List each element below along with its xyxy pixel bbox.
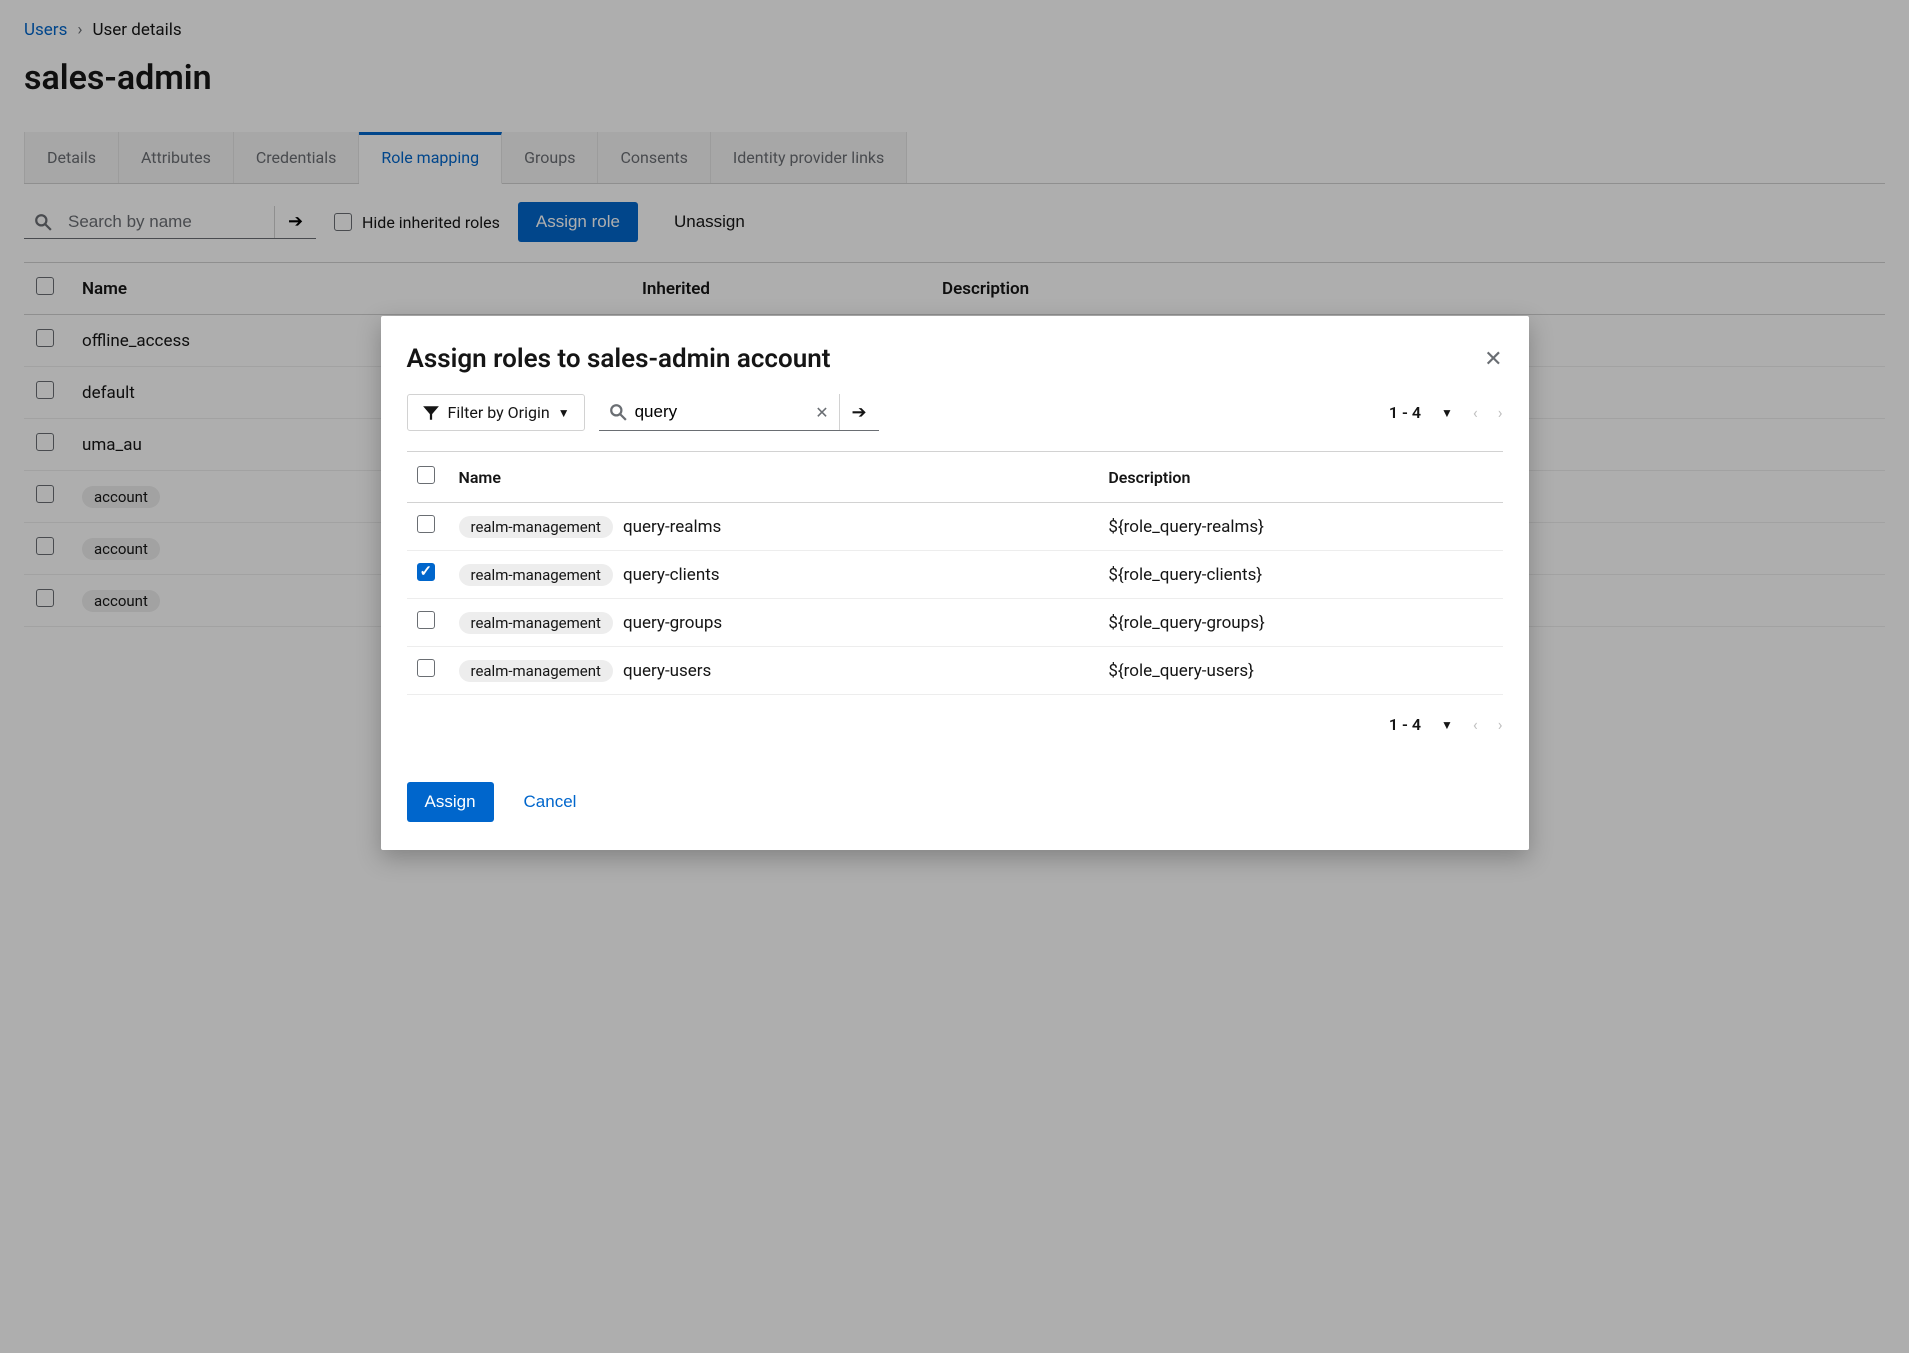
modal-title: Assign roles to sales-admin account bbox=[407, 344, 831, 374]
pager-next-icon[interactable] bbox=[1498, 403, 1503, 422]
filter-by-origin-dropdown[interactable]: Filter by Origin ▼ bbox=[407, 394, 585, 431]
modal-search-button[interactable] bbox=[839, 394, 879, 430]
filter-icon bbox=[422, 404, 440, 422]
pager-next-icon[interactable] bbox=[1498, 715, 1503, 734]
clear-search-icon[interactable]: ✕ bbox=[815, 403, 828, 422]
select-all-checkbox[interactable] bbox=[417, 466, 435, 484]
modal-roles-table: Name Description realm-managementquery-r… bbox=[407, 451, 1503, 695]
table-row: realm-managementquery-groups${role_query… bbox=[407, 599, 1503, 647]
origin-badge: realm-management bbox=[459, 660, 613, 682]
caret-down-icon: ▼ bbox=[558, 406, 570, 420]
table-row: realm-managementquery-realms${role_query… bbox=[407, 503, 1503, 551]
table-row: realm-managementquery-clients${role_quer… bbox=[407, 551, 1503, 599]
assign-button[interactable]: Assign bbox=[407, 782, 494, 822]
row-checkbox[interactable] bbox=[417, 563, 435, 581]
search-icon bbox=[609, 403, 627, 421]
origin-badge: realm-management bbox=[459, 516, 613, 538]
pager-top: 1 - 4 ▼ bbox=[1389, 403, 1503, 422]
modal-search-group: ✕ bbox=[599, 394, 879, 431]
cell-description: ${role_query-clients} bbox=[1098, 551, 1502, 599]
table-row: realm-managementquery-users${role_query-… bbox=[407, 647, 1503, 695]
cell-name: realm-managementquery-users bbox=[449, 647, 1099, 695]
row-checkbox[interactable] bbox=[417, 611, 435, 629]
cell-name: realm-managementquery-realms bbox=[449, 503, 1099, 551]
assign-roles-modal: Assign roles to sales-admin account ✕ Fi… bbox=[381, 316, 1529, 850]
cell-name: realm-managementquery-groups bbox=[449, 599, 1099, 647]
pager-range: 1 - 4 bbox=[1389, 715, 1421, 734]
caret-down-icon[interactable]: ▼ bbox=[1441, 718, 1453, 732]
origin-badge: realm-management bbox=[459, 612, 613, 634]
pager-range: 1 - 4 bbox=[1389, 403, 1421, 422]
cell-description: ${role_query-groups} bbox=[1098, 599, 1502, 647]
cancel-button[interactable]: Cancel bbox=[506, 782, 595, 822]
modal-search-input[interactable] bbox=[635, 402, 808, 422]
cell-name: realm-managementquery-clients bbox=[449, 551, 1099, 599]
filter-label: Filter by Origin bbox=[448, 403, 550, 422]
cell-description: ${role_query-realms} bbox=[1098, 503, 1502, 551]
row-checkbox[interactable] bbox=[417, 659, 435, 677]
pager-bottom: 1 - 4 ▼ bbox=[1389, 715, 1503, 734]
modal-overlay: Assign roles to sales-admin account ✕ Fi… bbox=[0, 0, 1909, 1353]
caret-down-icon[interactable]: ▼ bbox=[1441, 406, 1453, 420]
col-description: Description bbox=[1098, 452, 1502, 503]
row-checkbox[interactable] bbox=[417, 515, 435, 533]
arrow-right-icon bbox=[852, 402, 867, 423]
pager-prev-icon[interactable] bbox=[1473, 715, 1478, 734]
cell-description: ${role_query-users} bbox=[1098, 647, 1502, 695]
close-icon[interactable]: ✕ bbox=[1484, 347, 1502, 372]
pager-prev-icon[interactable] bbox=[1473, 403, 1478, 422]
col-name: Name bbox=[449, 452, 1099, 503]
origin-badge: realm-management bbox=[459, 564, 613, 586]
